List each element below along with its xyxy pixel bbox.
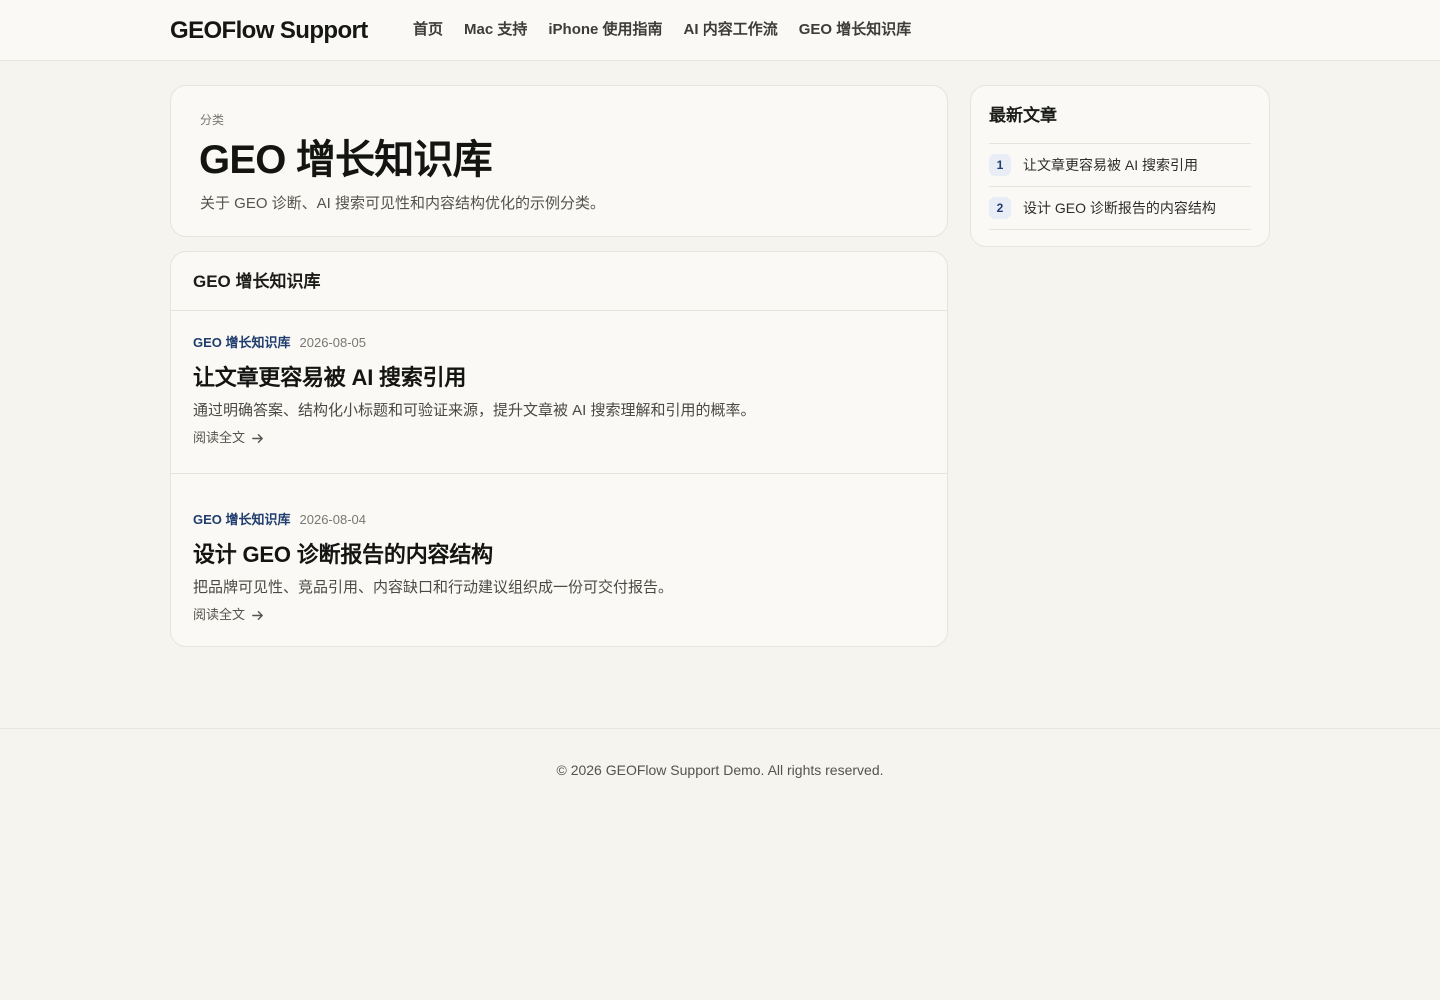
read-more-link[interactable]: 阅读全文 [193, 606, 264, 624]
article-title-link[interactable]: 让文章更容易被 AI 搜索引用 [193, 363, 925, 393]
arrow-right-icon [252, 610, 263, 620]
article-title-link[interactable]: 设计 GEO 诊断报告的内容结构 [193, 540, 925, 570]
article-meta: GEO 增长知识库 2026-08-05 [193, 334, 925, 352]
article-list-heading: GEO 增长知识库 [171, 252, 947, 311]
article-excerpt: 通过明确答案、结构化小标题和可验证来源，提升文章被 AI 搜索理解和引用的概率。 [193, 402, 756, 419]
nav-item-home[interactable]: 首页 [413, 19, 443, 41]
copyright-text: © 2026 GEOFlow Support Demo. All rights … [556, 762, 884, 778]
category-description: 关于 GEO 诊断、AI 搜索可见性和内容结构优化的示例分类。 [200, 195, 606, 212]
article-item: GEO 增长知识库 2026-08-04 设计 GEO 诊断报告的内容结构 把品… [171, 473, 947, 646]
nav-item-iphone-guide[interactable]: iPhone 使用指南 [548, 19, 662, 41]
article-excerpt: 把品牌可见性、竞品引用、内容缺口和行动建议组织成一份可交付报告。 [193, 579, 674, 596]
recent-article-link[interactable]: 设计 GEO 诊断报告的内容结构 [1023, 198, 1216, 218]
nav-item-geo-knowledge[interactable]: GEO 增长知识库 [799, 19, 912, 41]
article-date: 2026-08-05 [299, 335, 367, 350]
article-item: GEO 增长知识库 2026-08-05 让文章更容易被 AI 搜索引用 通过明… [171, 311, 947, 473]
article-list: GEO 增长知识库 GEO 增长知识库 2026-08-05 让文章更容易被 A… [170, 251, 948, 647]
site-header: GEOFlow Support 首页 Mac 支持 iPhone 使用指南 AI… [0, 0, 1440, 61]
category-eyebrow: 分类 [200, 113, 225, 127]
nav-item-ai-workflow[interactable]: AI 内容工作流 [684, 19, 778, 41]
recent-article-number: 2 [989, 197, 1011, 219]
article-category-link[interactable]: GEO 增长知识库 [193, 511, 291, 529]
article-category-link[interactable]: GEO 增长知识库 [193, 334, 291, 352]
recent-article-link[interactable]: 让文章更容易被 AI 搜索引用 [1023, 155, 1198, 175]
recent-article-item: 1 让文章更容易被 AI 搜索引用 [989, 144, 1251, 187]
sidebar-title: 最新文章 [989, 104, 1251, 144]
read-more-label: 阅读全文 [193, 607, 246, 622]
main-nav: 首页 Mac 支持 iPhone 使用指南 AI 内容工作流 GEO 增长知识库 [413, 19, 911, 41]
arrow-right-icon [252, 433, 263, 443]
nav-item-mac-support[interactable]: Mac 支持 [464, 19, 527, 41]
recent-article-number: 1 [989, 154, 1011, 176]
read-more-label: 阅读全文 [193, 430, 246, 445]
site-footer: © 2026 GEOFlow Support Demo. All rights … [0, 728, 1440, 1000]
latest-articles-sidebar: 最新文章 1 让文章更容易被 AI 搜索引用 2 设计 GEO 诊断报告的内容结… [970, 85, 1270, 247]
category-hero: 分类 GEO 增长知识库 关于 GEO 诊断、AI 搜索可见性和内容结构优化的示… [170, 85, 948, 237]
recent-article-item: 2 设计 GEO 诊断报告的内容结构 [989, 187, 1251, 230]
article-date: 2026-08-04 [299, 512, 367, 527]
read-more-link[interactable]: 阅读全文 [193, 429, 264, 447]
site-logo[interactable]: GEOFlow Support [170, 16, 368, 46]
page-title: GEO 增长知识库 [199, 138, 493, 182]
article-meta: GEO 增长知识库 2026-08-04 [193, 511, 925, 529]
